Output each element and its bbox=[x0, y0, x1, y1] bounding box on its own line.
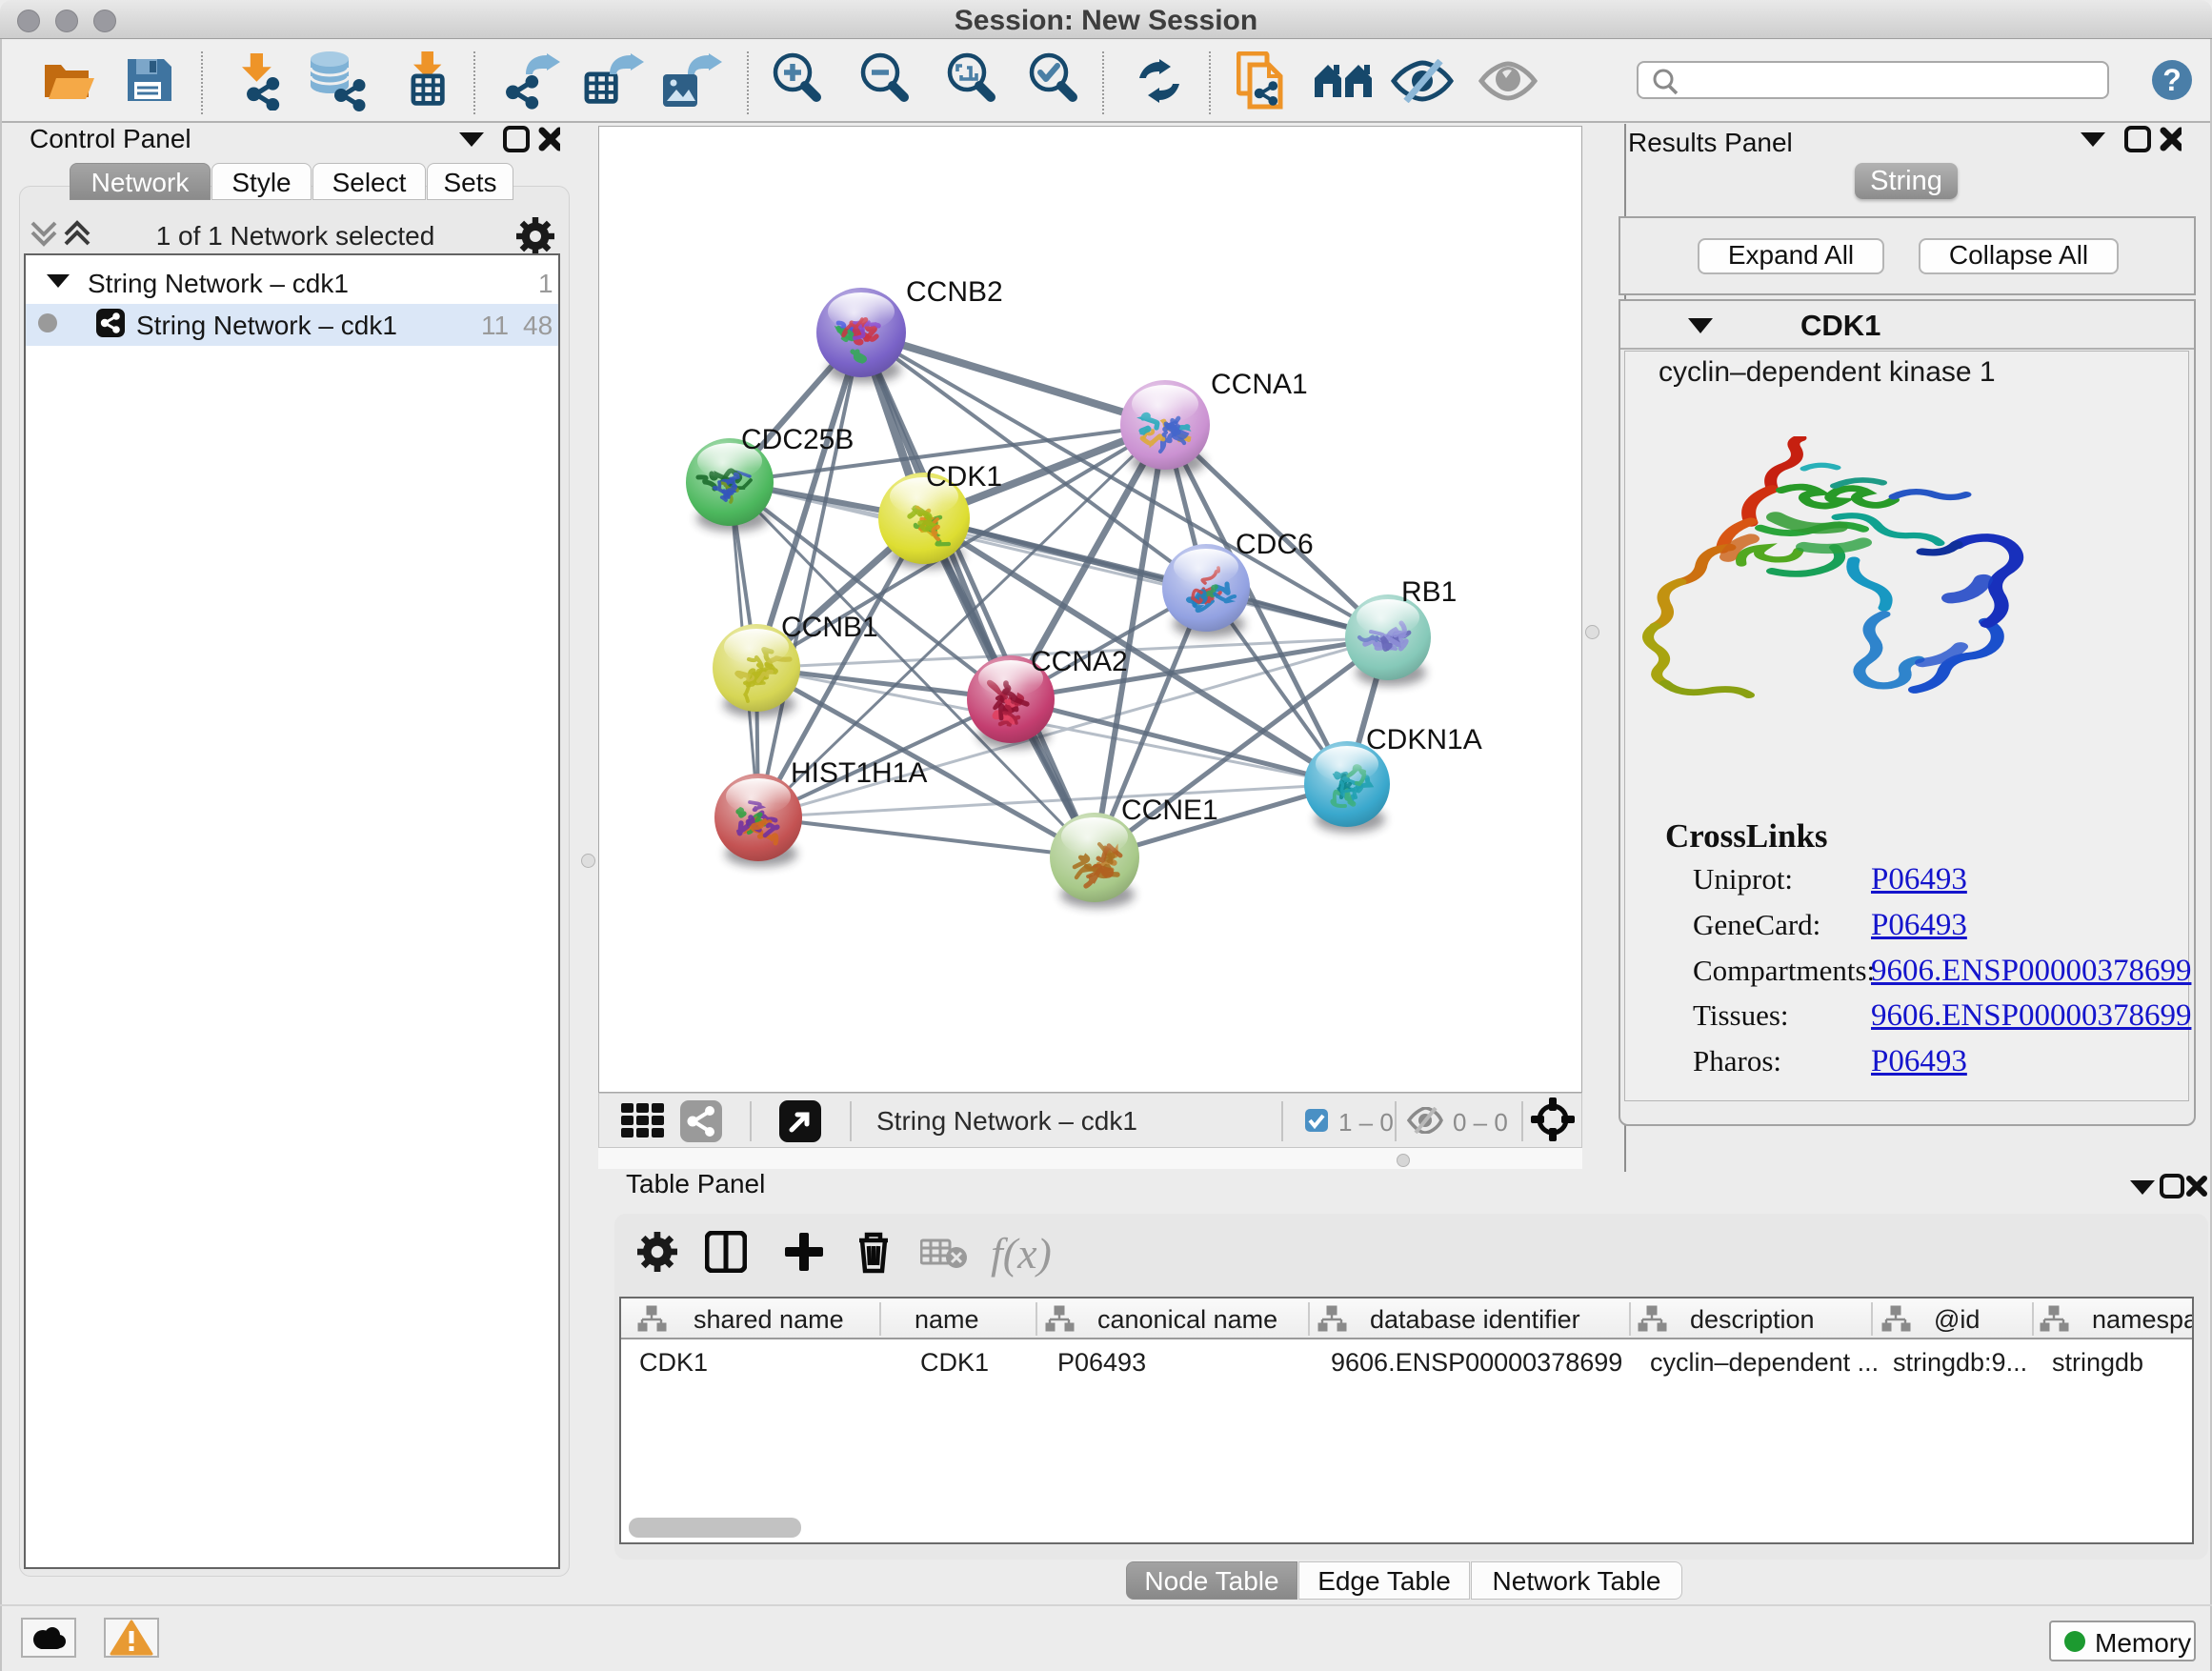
svg-text:RB1: RB1 bbox=[1401, 576, 1457, 608]
svg-text:CDC25B: CDC25B bbox=[741, 424, 854, 455]
svg-text:CDK1: CDK1 bbox=[926, 461, 1002, 493]
svg-text:CCNB2: CCNB2 bbox=[906, 276, 1003, 308]
svg-text:CCNA1: CCNA1 bbox=[1211, 369, 1308, 400]
svg-text:?: ? bbox=[2162, 63, 2182, 97]
svg-text:HIST1H1A: HIST1H1A bbox=[791, 757, 927, 789]
svg-text:CCNA2: CCNA2 bbox=[1031, 646, 1128, 677]
svg-text:CDKN1A: CDKN1A bbox=[1366, 724, 1482, 755]
svg-text:CCNB1: CCNB1 bbox=[781, 612, 878, 643]
svg-text:CDC6: CDC6 bbox=[1236, 529, 1314, 560]
svg-text:CCNE1: CCNE1 bbox=[1121, 795, 1218, 826]
